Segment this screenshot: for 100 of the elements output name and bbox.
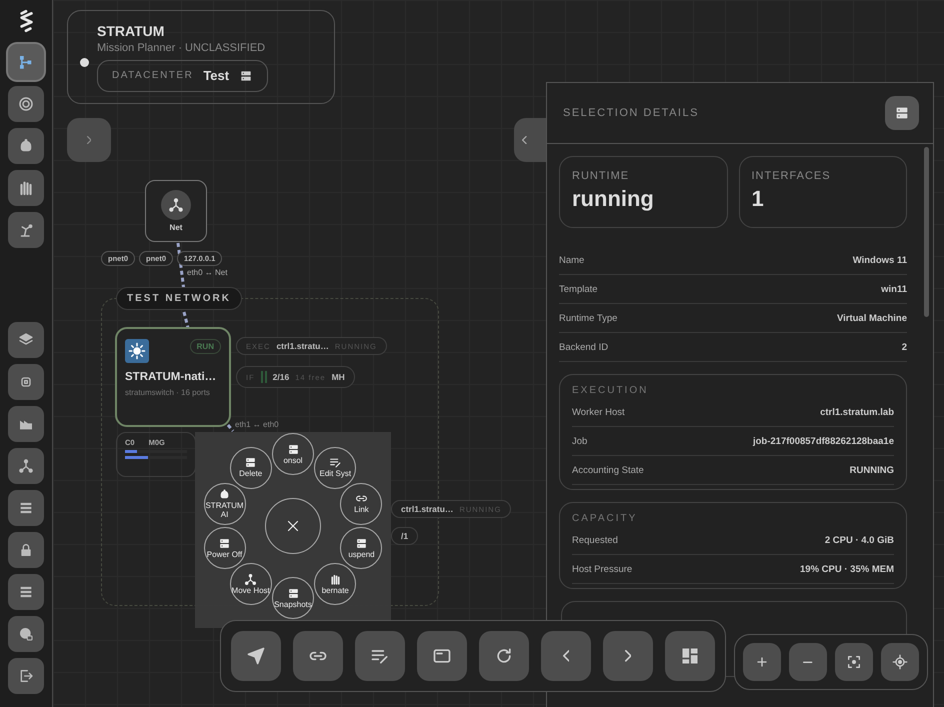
stat-value: 1 — [752, 186, 765, 212]
refresh-button[interactable] — [479, 631, 529, 681]
menu-item[interactable]: Delete — [230, 446, 272, 489]
sidebar-button[interactable] — [8, 322, 44, 358]
chevron-right-icon — [624, 650, 632, 662]
sidebar-button[interactable] — [8, 406, 44, 442]
field-value: RUNNING — [850, 464, 894, 476]
server-icon — [894, 105, 910, 121]
menu-item[interactable]: uspend — [340, 527, 382, 570]
sidebar-button[interactable] — [8, 86, 44, 122]
field-value: win11 — [881, 284, 907, 294]
menu-item[interactable]: Link — [340, 482, 382, 525]
sidebar-button[interactable] — [8, 616, 44, 652]
server-icon — [286, 586, 300, 600]
server-icon — [286, 442, 300, 456]
interface-pill: /1 — [391, 527, 418, 545]
window-button[interactable] — [417, 631, 467, 681]
field-value: 2 CPU · 4.0 GiB — [824, 534, 894, 546]
field-label: Host Pressure — [572, 564, 632, 574]
section-title: EXECUTION — [572, 385, 650, 396]
server-icon — [218, 536, 232, 550]
port-bars-icon — [260, 371, 267, 383]
menu-item[interactable]: Snapshots — [272, 577, 314, 619]
minus-icon — [803, 660, 813, 664]
datacenter-selector[interactable]: DATACENTER Test — [97, 60, 268, 92]
field-label: Name — [559, 254, 584, 266]
navigation-icon — [246, 646, 266, 666]
sidebar-button[interactable] — [8, 364, 44, 400]
sidebar-button[interactable] — [8, 574, 44, 610]
fit-view-button[interactable] — [835, 643, 873, 681]
field-value: 2 — [902, 342, 907, 352]
chevron-right-icon — [86, 136, 92, 144]
run-badge: RUN — [190, 339, 221, 354]
menu-item[interactable]: Move Host — [230, 563, 272, 606]
status-dot — [80, 58, 89, 66]
link-line — [226, 424, 235, 432]
section-title: CAPACITY — [572, 513, 638, 524]
field-label: Template — [559, 284, 598, 294]
network-icon — [168, 197, 184, 213]
field-label: Job — [572, 436, 588, 446]
chevron-left-icon — [562, 650, 570, 662]
field-label: Runtime Type — [559, 312, 618, 324]
radar-icon — [17, 95, 35, 113]
logout-icon — [18, 668, 34, 684]
chevron-left-icon — [522, 136, 527, 144]
server-icon — [244, 456, 258, 470]
sun-icon — [128, 342, 146, 360]
dashboard-icon — [680, 646, 700, 666]
app-subtitle: Mission Planner · UNCLASSIFIED — [97, 42, 266, 54]
menu-item[interactable]: Edit Syst — [314, 446, 356, 489]
link-line — [182, 311, 190, 329]
menu-item[interactable]: onsol — [272, 433, 314, 475]
menu-item[interactable]: Power Off — [204, 527, 246, 570]
stat-label: INTERFACES — [752, 170, 832, 182]
sidebar-button[interactable] — [8, 532, 44, 568]
link-button[interactable] — [293, 631, 343, 681]
stat-value: running — [572, 186, 655, 212]
sidebar-button[interactable] — [8, 658, 44, 694]
link-label: eth0 ↔ Net — [187, 268, 228, 277]
node-label: Net — [170, 223, 182, 232]
field-value: ctrl1.stratum.lab — [820, 406, 894, 418]
app-title: STRATUM — [97, 22, 164, 38]
server-icon — [354, 536, 368, 550]
field-value: Windows 11 — [852, 254, 907, 266]
list-icon — [18, 584, 34, 600]
edit-icon — [328, 456, 342, 470]
node-subtitle: stratumswitch · 16 ports — [125, 388, 211, 398]
network-node[interactable]: Net — [145, 180, 207, 242]
focus-icon — [846, 654, 862, 670]
edit-button[interactable] — [355, 631, 405, 681]
field-value: Virtual Machine — [836, 312, 907, 324]
zoom-in-button[interactable] — [743, 643, 781, 681]
link-label: eth1 ↔ eth0 — [235, 420, 279, 429]
field-value: job-217f00857df88262128baa1e — [752, 436, 894, 446]
field-label: Worker Host — [572, 406, 625, 418]
sidebar-button[interactable] — [8, 448, 44, 484]
panel-title: SELECTION DETAILS — [563, 107, 699, 119]
stat-label: RUNTIME — [572, 170, 630, 182]
scrollbar[interactable] — [924, 147, 929, 317]
center-button[interactable] — [881, 643, 919, 681]
layout-button[interactable] — [665, 631, 715, 681]
sidebar-button[interactable] — [8, 490, 44, 526]
server-icon — [239, 68, 254, 82]
field-label: Accounting State — [572, 464, 644, 476]
device-node[interactable]: RUN STRATUM-nati… stratumswitch · 16 ports — [115, 327, 231, 427]
sidebar-button[interactable] — [8, 128, 44, 164]
sidebar-button[interactable] — [8, 170, 44, 206]
navigate-button[interactable] — [231, 631, 281, 681]
sidebar-button[interactable] — [8, 212, 44, 248]
field-label: Requested — [572, 534, 618, 546]
network-icon — [244, 572, 258, 586]
group-label: TEST NETWORK — [116, 287, 242, 310]
menu-item[interactable]: STRATUM AI — [204, 482, 246, 525]
close-button[interactable] — [265, 498, 321, 554]
node-name: STRATUM-nati… — [125, 371, 218, 383]
menu-item[interactable]: bernate — [314, 563, 356, 606]
list-icon — [18, 500, 34, 516]
server-button[interactable] — [885, 96, 919, 130]
field-label: Backend ID — [559, 342, 608, 352]
field-value: 19% CPU · 35% MEM — [800, 564, 894, 574]
